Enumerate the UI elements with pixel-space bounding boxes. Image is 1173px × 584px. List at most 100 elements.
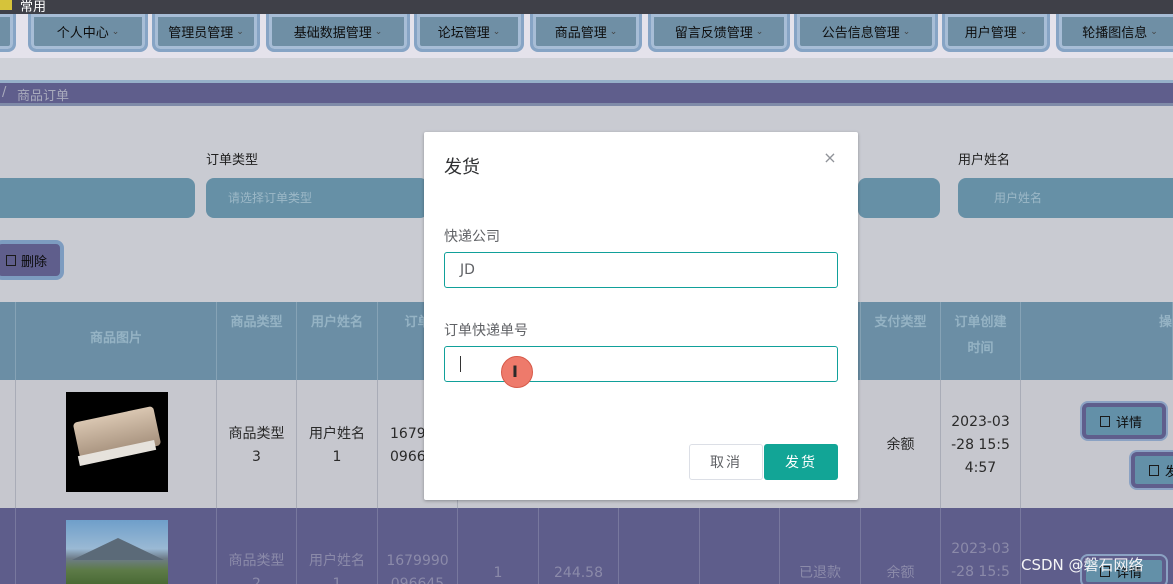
cell-text: -28 15:5: [951, 437, 1010, 453]
cell-text: 2: [252, 576, 261, 584]
cell-text: 余额: [886, 565, 915, 581]
dialog-title: 发货: [444, 157, 480, 178]
mountain-shape: [72, 538, 164, 560]
delete-button[interactable]: 删除: [0, 240, 64, 280]
cell-text: 3: [252, 449, 261, 465]
courier-company-input[interactable]: JD: [444, 252, 838, 288]
table-cell-quantity: 1: [458, 508, 539, 584]
cell-text: 商品类型: [228, 426, 285, 442]
ship-dialog: 发货 × 快递公司 JD 订单快递单号 I 取消 发货: [424, 132, 858, 500]
nav-item-label: 商品管理: [554, 26, 607, 41]
column-header-label: 支付类型: [874, 315, 927, 330]
nav-item-announcements[interactable]: 公告信息管理 ⌄: [794, 14, 938, 52]
confirm-ship-button-label: 发货: [785, 455, 817, 471]
nav-item-personal-center[interactable]: 个人中心 ⌄: [28, 14, 148, 52]
cell-text: 用户姓名: [309, 426, 365, 442]
mouse-cursor-indicator: I: [501, 356, 533, 388]
column-header-label: 订单创建: [954, 315, 1007, 330]
search-input-hidden[interactable]: [858, 178, 940, 218]
courier-company-value: JD: [460, 262, 475, 278]
nav-item-feedback[interactable]: 留言反馈管理 ⌄: [648, 14, 790, 52]
cell-text: 余额: [886, 437, 915, 453]
cell-text: 1679990: [386, 553, 449, 569]
window-title-bar: 常用: [0, 0, 1173, 15]
window-title: 常用: [20, 0, 47, 15]
cancel-button[interactable]: 取消: [689, 444, 763, 480]
text-caret: [460, 356, 461, 372]
column-header-created-at[interactable]: 订单创建 时间: [941, 302, 1021, 380]
details-button-label: 详情: [1116, 415, 1143, 431]
top-navigation: 个人中心 ⌄ 管理员管理 ⌄ 基础数据管理 ⌄ 论坛管理 ⌄ 商品管理 ⌄ 留言反馈管理 ⌄…: [0, 14, 1173, 58]
table-cell-status: 已退款: [780, 508, 861, 584]
nav-item-label: 论坛管理: [437, 26, 490, 41]
nav-item-users[interactable]: 用户管理 ⌄: [942, 14, 1050, 52]
nav-item-forum[interactable]: 论坛管理 ⌄: [414, 14, 524, 52]
column-header-label-line2: 时间: [967, 341, 994, 356]
column-header-user-name[interactable]: 用户姓名: [297, 302, 378, 380]
user-name-input[interactable]: 用户姓名: [958, 178, 1173, 218]
cell-text: 1: [332, 576, 342, 584]
nav-spacer: [0, 58, 1173, 80]
breadcrumb-separator: /: [2, 85, 7, 100]
table-cell-hidden: [700, 508, 780, 584]
column-header-label: 商品图片: [89, 331, 142, 346]
cell-text: 2023-03: [951, 414, 1010, 430]
table-cell-product-type: 商品类型 2: [217, 508, 297, 584]
breadcrumb-current[interactable]: 商品订单: [17, 85, 69, 104]
ship-button-label: 发: [1165, 464, 1173, 480]
nav-item-label: 基础数据管理: [293, 26, 372, 41]
cell-text: 2023-03: [951, 541, 1010, 557]
tracking-number-input[interactable]: I: [444, 346, 838, 388]
table-cell-user-name: 用户姓名 1: [297, 380, 378, 508]
trash-icon: [6, 254, 16, 266]
chevron-down-icon: ⌄: [755, 26, 764, 37]
chevron-down-icon: ⌄: [236, 26, 244, 37]
search-input-partial[interactable]: [0, 178, 195, 218]
column-header-partial: [0, 302, 16, 380]
column-header-payment-type[interactable]: 支付类型: [861, 302, 941, 380]
nav-item-label: 轮播图信息: [1082, 26, 1148, 41]
confirm-ship-button[interactable]: 发货: [764, 444, 838, 480]
table-cell-product-type: 商品类型 3: [217, 380, 297, 508]
cell-text: -28 15:5: [951, 564, 1010, 580]
tracking-number-label: 订单快递单号: [444, 323, 528, 339]
cell-text: 用户姓名: [309, 553, 365, 569]
courier-company-label: 快递公司: [444, 229, 500, 245]
breadcrumb: / 商品订单: [0, 80, 1173, 106]
app-root: 常用 个人中心 ⌄ 管理员管理 ⌄ 基础数据管理 ⌄ 论坛管理 ⌄ 商品管理 ⌄ 留言反馈…: [0, 0, 1173, 584]
cancel-button-label: 取消: [710, 455, 742, 471]
product-image: [66, 520, 168, 584]
nav-item-label: 管理员管理: [168, 26, 234, 41]
ship-button-partial[interactable]: 发: [1131, 452, 1173, 488]
nav-item-admin-management[interactable]: 管理员管理 ⌄: [152, 14, 260, 52]
column-header-label: 商品类型: [230, 315, 283, 330]
cell-text: 商品类型: [228, 553, 285, 569]
nav-item-label: 留言反馈管理: [674, 26, 753, 41]
table-cell-image: [16, 380, 217, 508]
chevron-down-icon: ⌄: [609, 26, 618, 37]
order-type-label: 订单类型: [206, 153, 259, 168]
table-cell-created-at: 2023-03 -28 15:5: [941, 508, 1021, 584]
nav-item-basic-data[interactable]: 基础数据管理 ⌄: [266, 14, 410, 52]
chevron-down-icon: ⌄: [902, 26, 911, 37]
order-type-select[interactable]: 请选择订单类型: [206, 178, 428, 218]
cell-text: 1: [332, 449, 342, 465]
nav-item-products[interactable]: 商品管理 ⌄: [530, 14, 642, 52]
nav-item-partial[interactable]: [0, 14, 16, 52]
column-header-label: 操: [1158, 315, 1172, 330]
table-cell-order-no: 1679990 096645: [378, 508, 458, 584]
table-cell-user-name: 用户姓名 1: [297, 508, 378, 584]
column-header-image[interactable]: 商品图片: [16, 302, 217, 380]
delete-button-label: 删除: [21, 254, 48, 270]
close-icon[interactable]: ×: [822, 150, 838, 166]
column-header-product-type[interactable]: 商品类型: [217, 302, 297, 380]
chevron-down-icon: ⌄: [374, 26, 383, 37]
column-header-label: 用户姓名: [310, 315, 363, 330]
nav-item-carousel[interactable]: 轮播图信息 ⌄: [1056, 14, 1173, 52]
table-cell-partial: [0, 380, 16, 508]
chevron-down-icon: ⌄: [1150, 26, 1158, 37]
user-name-label: 用户姓名: [958, 153, 1011, 168]
cell-text: 244.58: [554, 565, 603, 581]
chevron-down-icon: ⌄: [492, 26, 501, 37]
details-button[interactable]: 详情: [1082, 403, 1166, 439]
